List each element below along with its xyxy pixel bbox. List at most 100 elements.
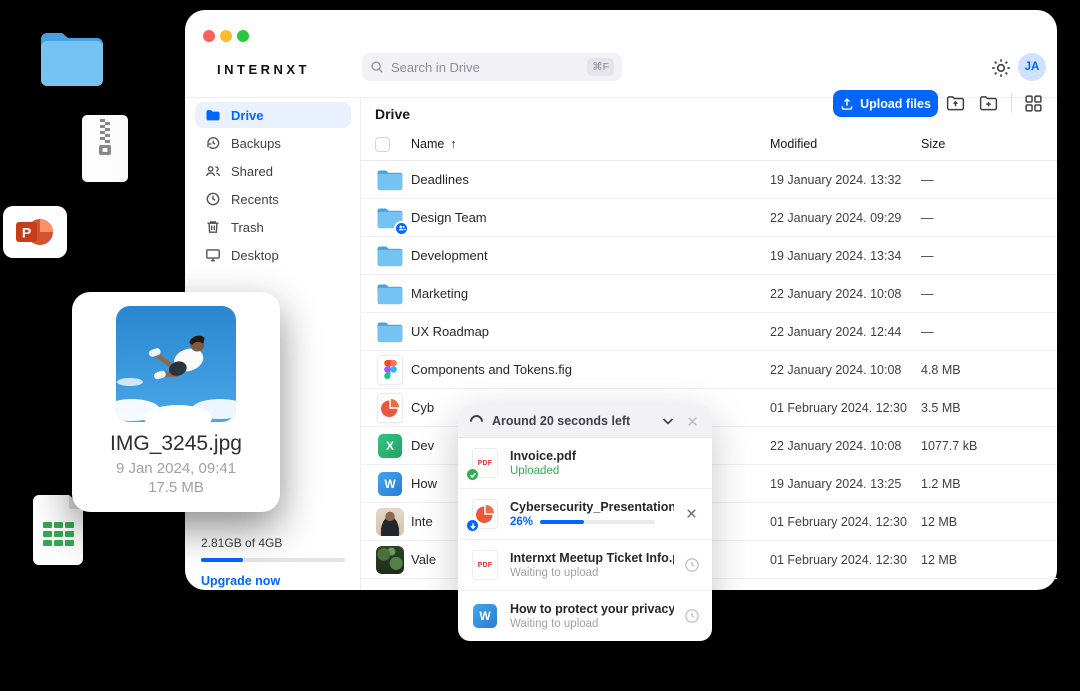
shared-icon (205, 163, 221, 179)
row-size: — (921, 249, 1041, 263)
image-preview-card[interactable]: IMG_3245.jpg 9 Jan 2024, 09:41 17.5 MB (72, 292, 280, 512)
floating-folder-icon[interactable] (37, 28, 107, 90)
storage-widget: 2.81GB of 4GB Upgrade now (201, 536, 345, 588)
upload-files-label: Upload files (860, 97, 931, 111)
traffic-light-zoom[interactable] (237, 30, 249, 42)
row-size: — (921, 287, 1041, 301)
table-row[interactable]: Components and Tokens.fig 22 January 202… (361, 351, 1057, 389)
row-modified: 22 January 2024. 10:08 (770, 287, 921, 301)
grid-view-button[interactable] (1023, 93, 1044, 114)
search-shortcut-badge: ⌘F (587, 58, 614, 76)
svg-text:P: P (22, 225, 31, 241)
sidebar-item-recents[interactable]: Recents (195, 186, 351, 212)
row-size: 1077.7 kB (921, 439, 1041, 453)
table-row[interactable]: Design Team 22 January 2024. 09:29 — (361, 199, 1057, 237)
row-name: Components and Tokens.fig (411, 362, 770, 377)
header-name[interactable]: Name (411, 137, 444, 151)
backups-icon (205, 135, 221, 151)
row-modified: 01 February 2024. 12:30 (770, 515, 921, 529)
user-avatar[interactable]: JA (1018, 53, 1046, 81)
chevron-down-icon[interactable] (660, 413, 676, 429)
row-size: — (921, 325, 1041, 339)
header-size[interactable]: Size (921, 137, 1041, 151)
word-file-icon: W (470, 599, 500, 633)
drive-icon (205, 107, 221, 123)
upload-folder-button[interactable] (945, 93, 966, 114)
waiting-clock-icon (684, 608, 700, 624)
upload-progress-bar (540, 520, 655, 524)
search-icon (370, 60, 384, 74)
upload-files-button[interactable]: Upload files (833, 90, 938, 117)
upload-item-status: Waiting to upload (510, 567, 674, 579)
sidebar-item-trash[interactable]: Trash (195, 214, 351, 240)
settings-button[interactable] (990, 57, 1012, 79)
table-row[interactable]: Marketing 22 January 2024. 10:08 — (361, 275, 1057, 313)
pdf-file-icon: PDF (470, 548, 500, 582)
row-modified: 01 February 2024. 12:30 (770, 553, 921, 567)
uploading-arrow-icon (465, 518, 480, 533)
upgrade-now-link[interactable]: Upgrade now (201, 574, 345, 588)
traffic-light-minimize[interactable] (220, 30, 232, 42)
upload-item-name: How to protect your privacy.doc (510, 602, 674, 616)
image-size: 17.5 MB (72, 479, 280, 496)
sidebar-item-label: Drive (231, 108, 264, 123)
upload-item-name: Invoice.pdf (510, 449, 674, 463)
folder-icon (375, 317, 405, 347)
sort-ascending-icon[interactable]: ↑ (450, 137, 456, 151)
image-date: 9 Jan 2024, 09:41 (72, 460, 280, 477)
row-size: 4.8 MB (921, 363, 1041, 377)
traffic-light-close[interactable] (203, 30, 215, 42)
sidebar-item-shared[interactable]: Shared (195, 158, 351, 184)
row-size: — (921, 211, 1041, 225)
image-filename: IMG_3245.jpg (72, 432, 280, 456)
table-row[interactable]: UX Roadmap 22 January 2024. 12:44 — (361, 313, 1057, 351)
upload-item[interactable]: PDF Internxt Meetup Ticket Info.pdf Wait… (458, 539, 712, 590)
select-all-checkbox[interactable] (375, 137, 390, 152)
recents-icon (205, 191, 221, 207)
new-folder-button[interactable] (978, 93, 999, 114)
floating-powerpoint-icon[interactable]: P (3, 206, 67, 258)
row-modified: 22 January 2024. 09:29 (770, 211, 921, 225)
toolbar-divider (1011, 93, 1012, 113)
shared-badge-icon (394, 221, 409, 236)
folder-plus-icon (978, 93, 999, 114)
close-icon[interactable] (685, 414, 700, 429)
upload-item[interactable]: PDF Invoice.pdf Uploaded (458, 438, 712, 488)
row-modified: 01 February 2024. 12:30 (770, 401, 921, 415)
photo-thumbnail (375, 507, 405, 537)
sidebar-item-backups[interactable]: Backups (195, 130, 351, 156)
upload-progress-popup: Around 20 seconds left PDF Invoice.pdf U… (458, 405, 712, 641)
search-input[interactable]: Search in Drive ⌘F (362, 53, 622, 81)
sidebar-item-label: Trash (231, 220, 264, 235)
storage-usage-label: 2.81GB of 4GB (201, 536, 345, 550)
row-modified: 22 January 2024. 10:08 (770, 439, 921, 453)
page-title: Drive (375, 106, 410, 122)
upload-item[interactable]: W How to protect your privacy.doc Waitin… (458, 590, 712, 641)
upload-item[interactable]: Cybersecurity_Presentation.ppt 26% (458, 488, 712, 539)
word-file-icon: W (375, 469, 405, 499)
sidebar-item-drive[interactable]: Drive (195, 102, 351, 128)
figma-file-icon (375, 355, 405, 385)
upload-item-status: Waiting to upload (510, 618, 674, 630)
upload-item-status: 26% (510, 516, 674, 528)
table-row[interactable]: Development 19 January 2024. 13:34 — (361, 237, 1057, 275)
floating-zip-file-icon[interactable] (82, 115, 128, 182)
waiting-clock-icon (684, 557, 700, 573)
cancel-upload-icon[interactable] (684, 506, 699, 521)
desktop-background: P (0, 0, 1080, 691)
row-size: 1.2 MB (921, 477, 1041, 491)
row-name: Marketing (411, 286, 770, 301)
row-modified: 19 January 2024. 13:32 (770, 173, 921, 187)
upload-icon (840, 97, 854, 111)
row-size: 12 MB (921, 553, 1041, 567)
excel-file-icon: X (375, 431, 405, 461)
row-size: — (921, 173, 1041, 187)
upload-item-list: PDF Invoice.pdf Uploaded Cybersecurity_P… (458, 438, 712, 641)
powerpoint-logo-icon: P (16, 215, 54, 249)
folder-icon (375, 165, 405, 195)
sidebar-item-desktop[interactable]: Desktop (195, 242, 351, 268)
gear-icon (990, 57, 1012, 79)
table-row[interactable]: Deadlines 19 January 2024. 13:32 — (361, 161, 1057, 199)
header-modified[interactable]: Modified (770, 137, 921, 151)
row-name: Design Team (411, 210, 770, 225)
